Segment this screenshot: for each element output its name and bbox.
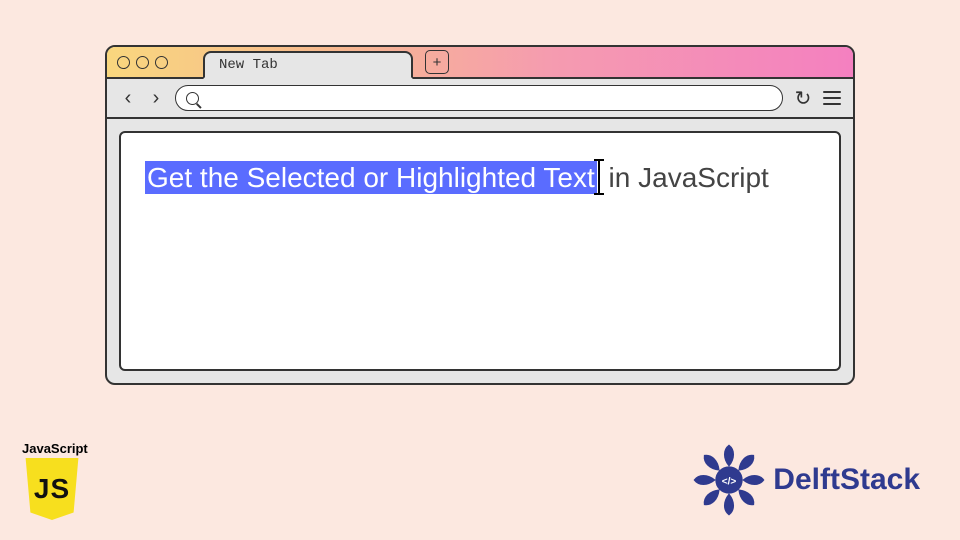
- toolbar: ‹ › ↻: [107, 79, 853, 119]
- forward-button[interactable]: ›: [147, 87, 165, 110]
- window-controls: [117, 56, 168, 69]
- tab-label: New Tab: [219, 57, 278, 73]
- mandala-icon: </>: [693, 444, 765, 516]
- javascript-badge: JavaScript JS: [22, 441, 94, 520]
- new-tab-button[interactable]: +: [425, 50, 449, 74]
- delftstack-text: DelftStack: [773, 463, 920, 497]
- back-button[interactable]: ‹: [119, 87, 137, 110]
- highlighted-text: Get the Selected or Highlighted Text: [145, 161, 597, 194]
- javascript-label: JavaScript: [22, 441, 94, 456]
- content-area: Get the Selected or Highlighted Text in …: [119, 131, 841, 371]
- maximize-window-icon[interactable]: [155, 56, 168, 69]
- close-window-icon[interactable]: [117, 56, 130, 69]
- reload-button[interactable]: ↻: [793, 88, 813, 108]
- tab-new[interactable]: New Tab: [203, 51, 413, 79]
- javascript-shield-icon: JS: [22, 458, 82, 520]
- article-title[interactable]: Get the Selected or Highlighted Text in …: [145, 155, 815, 199]
- text-cursor-icon: [598, 161, 600, 193]
- unhighlighted-text: in JavaScript: [601, 162, 769, 193]
- svg-text:</>: </>: [722, 476, 737, 487]
- plus-icon: +: [433, 55, 442, 70]
- menu-button[interactable]: [823, 91, 841, 105]
- search-icon: [186, 92, 199, 105]
- delftstack-logo: </> DelftStack: [693, 444, 920, 516]
- address-bar[interactable]: [175, 85, 783, 111]
- browser-window: New Tab + ‹ › ↻ Get the Selected or High…: [105, 45, 855, 385]
- titlebar: New Tab +: [107, 47, 853, 79]
- minimize-window-icon[interactable]: [136, 56, 149, 69]
